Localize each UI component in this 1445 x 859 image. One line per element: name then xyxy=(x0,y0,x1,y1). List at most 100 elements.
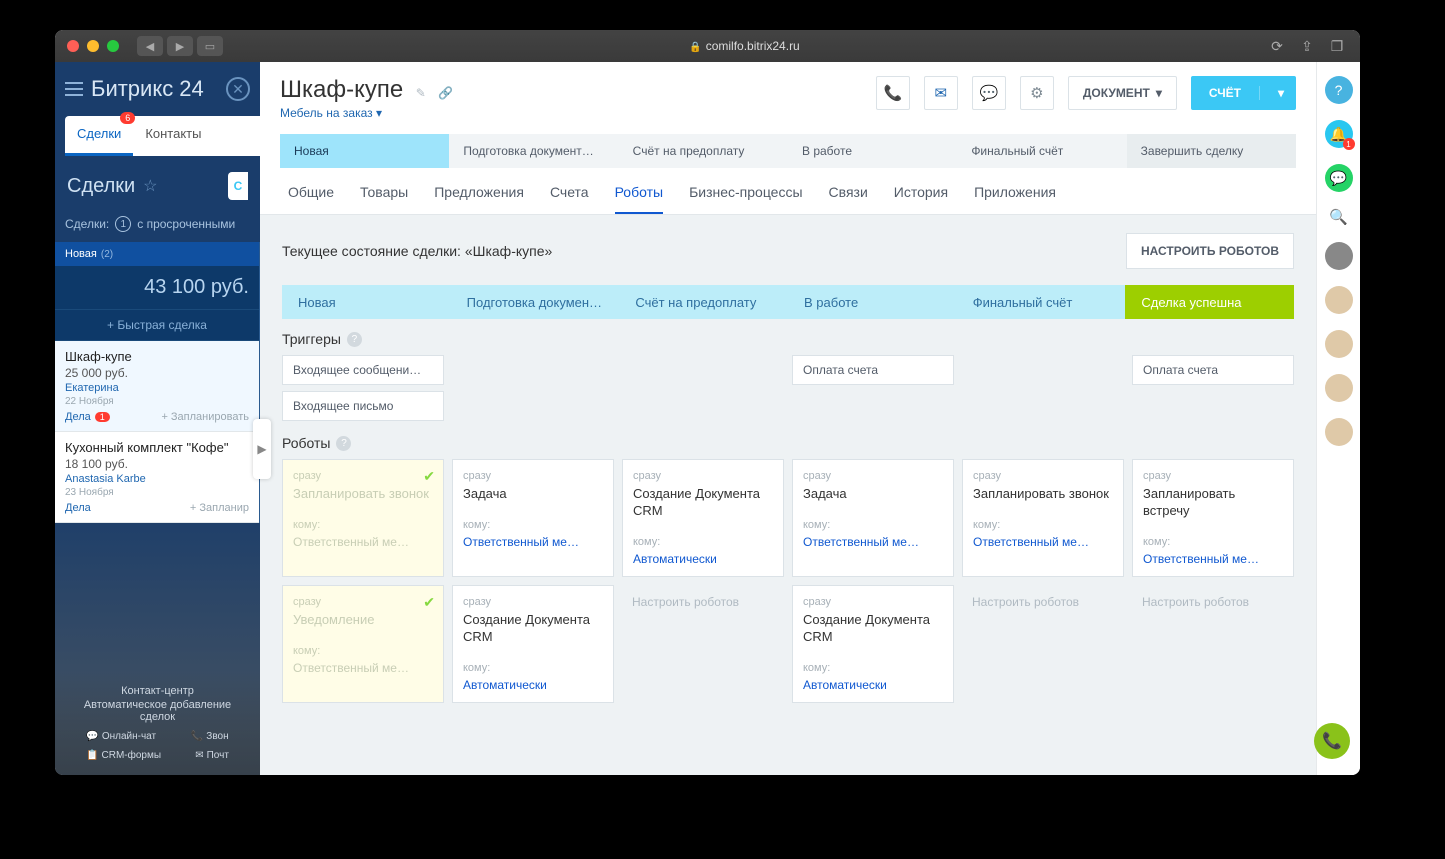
stage-button[interactable]: В работе xyxy=(788,134,957,168)
sub-tab-4[interactable]: Роботы xyxy=(615,184,663,214)
avatar[interactable] xyxy=(1325,330,1353,358)
configure-robots-button[interactable]: НАСТРОИТЬ РОБОТОВ xyxy=(1126,233,1294,269)
help-icon[interactable]: ? xyxy=(347,332,362,347)
main-panel: Шкаф-купе ✎ 🔗 Мебель на заказ ▾ 📞 ✉ 💬 ⚙ … xyxy=(260,62,1316,775)
email-icon[interactable]: ✉ xyxy=(924,76,958,110)
configure-robots-link[interactable]: Настроить роботов xyxy=(622,585,784,703)
kanban-stage-header: Новая(2) xyxy=(55,242,259,266)
help-icon[interactable]: ? xyxy=(1325,76,1353,104)
support-chat-icon[interactable]: 💬 xyxy=(1325,164,1353,192)
page-title: Сделки xyxy=(67,175,135,198)
robot-card[interactable]: сразуЗадачакому:Ответственный ме… xyxy=(792,459,954,577)
deal-card[interactable]: Кухонный комплект "Кофе" 18 100 руб. Ana… xyxy=(55,432,259,523)
sub-tab-8[interactable]: Приложения xyxy=(974,184,1056,214)
maximize-window-icon[interactable] xyxy=(107,40,119,52)
trigger-item[interactable]: Оплата счета xyxy=(792,355,954,385)
chat-icon[interactable]: 💬 Онлайн-чат xyxy=(86,731,156,742)
phone-icon[interactable]: 📞 Звон xyxy=(191,731,229,742)
tab-deals[interactable]: Сделки6 xyxy=(65,116,133,156)
stage-button[interactable]: Завершить сделку xyxy=(1127,134,1296,168)
call-fab-icon[interactable]: 📞 xyxy=(1314,723,1350,759)
quick-deal-button[interactable]: + Быстрая сделка xyxy=(55,309,259,341)
avatar[interactable] xyxy=(1325,418,1353,446)
deal-stages: Новая Подготовка документ… Счёт на предо… xyxy=(280,134,1296,168)
configure-robots-link[interactable]: Настроить роботов xyxy=(962,585,1124,703)
forward-button[interactable]: ▶ xyxy=(167,36,193,56)
deal-card[interactable]: Шкаф-купе 25 000 руб. Екатерина 22 Ноябр… xyxy=(55,341,259,432)
mail-icon[interactable]: ✉ Почт xyxy=(195,750,229,761)
invoice-button[interactable]: СЧЁТ▾ xyxy=(1191,76,1296,110)
trigger-item[interactable]: Входящее сообщени… xyxy=(282,355,444,385)
notifications-icon[interactable]: 🔔1 xyxy=(1325,120,1353,148)
sub-tab-2[interactable]: Предложения xyxy=(434,184,524,214)
robot-card[interactable]: сразуСоздание Документа CRMкому:Автомати… xyxy=(452,585,614,703)
trigger-item[interactable]: Оплата счета xyxy=(1132,355,1294,385)
tab-contacts[interactable]: Контакты xyxy=(133,116,213,156)
automation-stages: Новая Подготовка докумен… Счёт на предоп… xyxy=(282,285,1294,319)
trigger-item[interactable]: Входящее письмо xyxy=(282,391,444,421)
robots-label: Роботы xyxy=(282,435,330,451)
back-button[interactable]: ◀ xyxy=(137,36,163,56)
robot-card[interactable]: сразуЗапланировать встречукому:Ответстве… xyxy=(1132,459,1294,577)
menu-icon[interactable] xyxy=(65,82,83,96)
filter-button[interactable]: C xyxy=(228,172,248,200)
forms-icon[interactable]: 📋 CRM-формы xyxy=(86,750,161,761)
avatar[interactable] xyxy=(1325,286,1353,314)
stage-column[interactable]: Сделка успешна xyxy=(1125,285,1294,319)
robot-card[interactable]: сразуСоздание Документа CRMкому:Автомати… xyxy=(622,459,784,577)
overdue-filter[interactable]: Сделки: 1 с просроченными xyxy=(55,210,260,238)
call-icon[interactable]: 📞 xyxy=(876,76,910,110)
robot-card[interactable]: ✔сразуЗапланировать звоноккому:Ответстве… xyxy=(282,459,444,577)
triggers-label: Триггеры xyxy=(282,331,341,347)
help-icon[interactable]: ? xyxy=(336,436,351,451)
robot-card[interactable]: сразуЗадачакому:Ответственный ме… xyxy=(452,459,614,577)
stage-button[interactable]: Подготовка документ… xyxy=(449,134,618,168)
sub-tab-0[interactable]: Общие xyxy=(288,184,334,214)
reload-icon[interactable]: ⟳ xyxy=(1266,38,1288,55)
stage-column[interactable]: Финальный счёт xyxy=(957,285,1126,319)
configure-robots-link[interactable]: Настроить роботов xyxy=(1132,585,1294,703)
check-icon: ✔ xyxy=(423,468,435,485)
document-button[interactable]: ДОКУМЕНТ▾ xyxy=(1068,76,1177,110)
lock-icon: 🔒 xyxy=(689,42,701,53)
chevron-down-icon: ▾ xyxy=(1156,86,1162,100)
robot-card[interactable]: ✔сразуУведомлениекому:Ответственный ме… xyxy=(282,585,444,703)
state-label: Текущее состояние сделки: «Шкаф-купе» xyxy=(282,243,552,259)
close-icon[interactable]: ✕ xyxy=(226,77,250,101)
sub-tab-7[interactable]: История xyxy=(894,184,948,214)
url-bar[interactable]: 🔒comilfo.bitrix24.ru xyxy=(231,39,1258,53)
star-icon[interactable]: ☆ xyxy=(143,176,157,196)
sub-tab-3[interactable]: Счета xyxy=(550,184,589,214)
tabs-icon[interactable]: ❐ xyxy=(1326,38,1348,55)
right-rail: ? 🔔1 💬 🔍 📞 xyxy=(1316,62,1360,775)
avatar[interactable] xyxy=(1325,242,1353,270)
chat-icon[interactable]: 💬 xyxy=(972,76,1006,110)
sidebar-toggle-icon[interactable]: ▭ xyxy=(197,36,223,56)
chevron-down-icon[interactable]: ▾ xyxy=(1259,86,1296,100)
sub-tab-1[interactable]: Товары xyxy=(360,184,408,214)
close-window-icon[interactable] xyxy=(67,40,79,52)
sub-tab-5[interactable]: Бизнес-процессы xyxy=(689,184,802,214)
app-logo: Битрикс 24 xyxy=(91,76,204,102)
link-icon[interactable]: 🔗 xyxy=(438,86,453,100)
chevron-down-icon: ▾ xyxy=(376,106,382,120)
stage-button[interactable]: Новая xyxy=(280,134,449,168)
detail-sub-tabs: Общие Товары Предложения Счета Роботы Бизнес-… xyxy=(280,168,1296,214)
stage-button[interactable]: Финальный счёт xyxy=(957,134,1126,168)
gear-icon[interactable]: ⚙ xyxy=(1020,76,1054,110)
deal-category[interactable]: Мебель на заказ ▾ xyxy=(280,106,453,120)
avatar[interactable] xyxy=(1325,374,1353,402)
stage-button[interactable]: Счёт на предоплату xyxy=(619,134,788,168)
stage-column[interactable]: Новая xyxy=(282,285,451,319)
search-icon[interactable]: 🔍 xyxy=(1329,208,1348,226)
robot-card[interactable]: сразуСоздание Документа CRMкому:Автомати… xyxy=(792,585,954,703)
edit-icon[interactable]: ✎ xyxy=(416,86,426,100)
expand-panel-button[interactable]: ▶ xyxy=(253,419,271,479)
minimize-window-icon[interactable] xyxy=(87,40,99,52)
stage-column[interactable]: Счёт на предоплату xyxy=(619,285,788,319)
stage-column[interactable]: В работе xyxy=(788,285,957,319)
sub-tab-6[interactable]: Связи xyxy=(829,184,868,214)
share-icon[interactable]: ⇪ xyxy=(1296,38,1318,55)
robot-card[interactable]: сразуЗапланировать звоноккому:Ответствен… xyxy=(962,459,1124,577)
stage-column[interactable]: Подготовка докумен… xyxy=(451,285,620,319)
